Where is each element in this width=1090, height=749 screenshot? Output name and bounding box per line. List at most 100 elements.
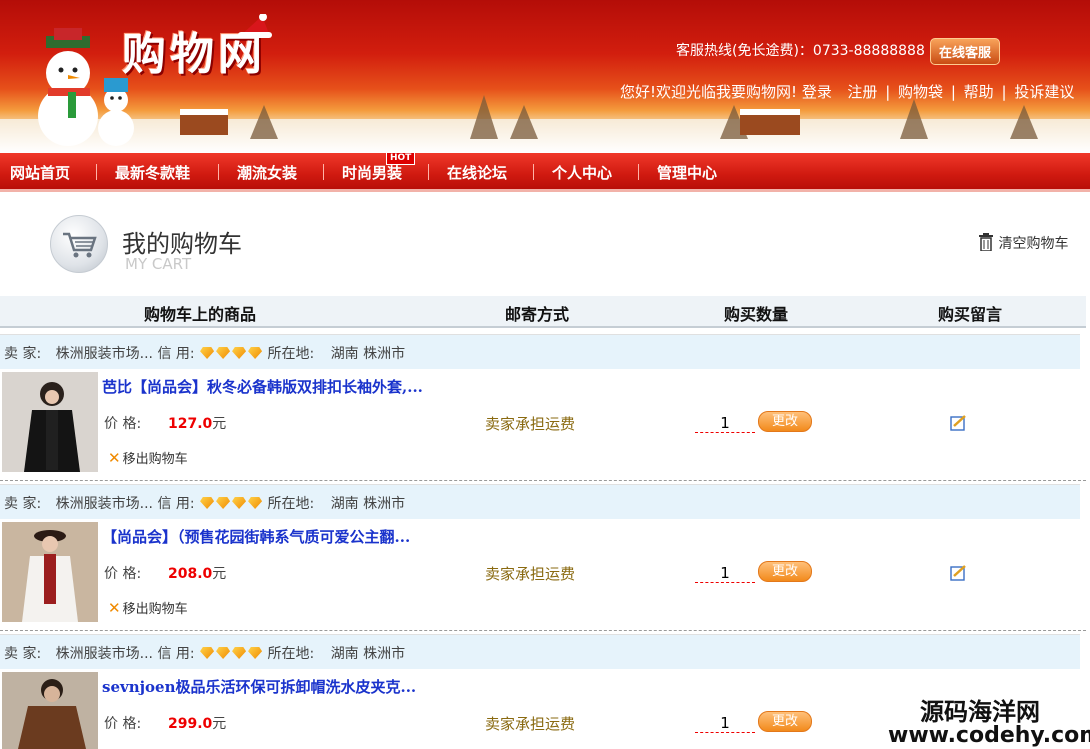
price-value: 127.0元 — [168, 416, 227, 432]
nav-separator — [638, 164, 639, 180]
hot-badge: HOT — [386, 152, 416, 165]
remove-from-cart-button[interactable]: ✕ 移出购物车 — [108, 598, 188, 617]
trash-icon — [979, 233, 993, 252]
price-value: 208.0元 — [168, 566, 227, 582]
clear-cart-label: 清空购物车 — [998, 236, 1069, 252]
watermark-title: 源码海洋网 — [920, 698, 1040, 726]
shipping-method: 卖家承担运费 — [485, 715, 576, 733]
col-header-message: 购买留言 — [938, 305, 1003, 324]
cart-table-header: 购物车上的商品 邮寄方式 购买数量 购买留言 — [0, 296, 1086, 328]
welcome-text: 您好!欢迎光临我要购物网! — [620, 83, 798, 101]
update-quantity-button[interactable]: 更改 — [758, 711, 812, 732]
shopping-bag-link[interactable]: 购物袋 — [898, 81, 943, 102]
tree-decoration — [470, 95, 498, 139]
edit-note-icon[interactable] — [950, 564, 968, 581]
seller-label: 卖 家: — [4, 496, 42, 512]
seller-name[interactable]: 株洲服装市场... — [56, 496, 153, 512]
nav-winter-shoes[interactable]: 最新冬款鞋 — [115, 162, 190, 183]
credit-label: 信 用: — [157, 646, 195, 662]
tree-decoration — [510, 105, 538, 139]
price-value: 299.0元 — [168, 716, 227, 732]
credit-label: 信 用: — [157, 496, 195, 512]
remove-from-cart-button[interactable]: ✕ 移出购物车 — [108, 448, 188, 467]
seller-info-bar: 卖 家: 株洲服装市场... 信 用: 所在地: 湖南 株洲市 — [0, 634, 1080, 669]
link-separator: | — [950, 83, 956, 101]
seller-name[interactable]: 株洲服装市场... — [56, 346, 153, 362]
quantity-input[interactable] — [695, 714, 755, 733]
product-name-link[interactable]: 芭比【尚品会】秋冬必备韩版双排扣长袖外套,... — [102, 376, 423, 397]
nav-admin[interactable]: 管理中心 — [657, 162, 717, 183]
cart-icon — [50, 215, 108, 273]
shipping-method: 卖家承担运费 — [485, 415, 576, 433]
close-icon: ✕ — [108, 599, 121, 617]
edit-note-icon[interactable] — [950, 414, 968, 431]
link-separator: | — [1001, 83, 1007, 101]
item-divider — [0, 480, 1086, 481]
nav-men[interactable]: 时尚男装 — [342, 162, 402, 183]
update-quantity-button[interactable]: 更改 — [758, 411, 812, 432]
header-banner: 购物网 客服热线(免长途费)：0733-88888888 在线客服 您好!欢迎光… — [0, 0, 1090, 153]
page-subtitle: MY CART — [125, 255, 192, 273]
cart-item: 卖 家: 株洲服装市场... 信 用: 所在地: 湖南 株洲市 【尚品会】（预售… — [0, 484, 1090, 634]
main-nav: 网站首页 最新冬款鞋 潮流女装 时尚男装 在线论坛 个人中心 管理中心 — [0, 153, 1090, 192]
nav-separator — [218, 164, 219, 180]
location-label: 所在地: — [267, 646, 315, 662]
watermark-url: www.codehy.com — [888, 723, 1090, 748]
seller-location: 湖南 株洲市 — [330, 646, 406, 662]
location-label: 所在地: — [267, 496, 315, 512]
col-header-quantity: 购买数量 — [724, 305, 789, 324]
product-name-link[interactable]: 【尚品会】（预售花园街韩系气质可爱公主翻... — [102, 526, 410, 547]
tree-decoration — [1010, 105, 1038, 139]
credit-gems-icon — [199, 346, 263, 362]
register-link[interactable]: 注册 — [847, 81, 877, 102]
seller-label: 卖 家: — [4, 346, 42, 362]
credit-gems-icon — [199, 646, 263, 662]
watermark: 源码海洋网 www.codehy.com — [888, 692, 1090, 748]
nav-home[interactable]: 网站首页 — [10, 162, 70, 183]
cart-item: 卖 家: 株洲服装市场... 信 用: 所在地: 湖南 株洲市 芭比【尚品会】秋… — [0, 334, 1090, 484]
clear-cart-button[interactable]: 清空购物车 — [978, 233, 1068, 253]
product-thumbnail[interactable] — [2, 672, 98, 749]
price-label: 价 格: — [104, 416, 142, 432]
shipping-method: 卖家承担运费 — [485, 565, 576, 583]
close-icon: ✕ — [108, 449, 121, 467]
product-thumbnail[interactable] — [2, 522, 98, 622]
seller-name[interactable]: 株洲服装市场... — [56, 646, 153, 662]
quantity-input[interactable] — [695, 414, 755, 433]
product-thumbnail[interactable] — [2, 372, 98, 472]
update-quantity-button[interactable]: 更改 — [758, 561, 812, 582]
complaint-link[interactable]: 投诉建议 — [1014, 81, 1074, 102]
seller-info-bar: 卖 家: 株洲服装市场... 信 用: 所在地: 湖南 株洲市 — [0, 484, 1080, 519]
nav-separator — [533, 164, 534, 180]
price-label: 价 格: — [104, 566, 142, 582]
help-link[interactable]: 帮助 — [964, 81, 994, 102]
col-header-shipping: 邮寄方式 — [505, 305, 570, 324]
location-label: 所在地: — [267, 346, 315, 362]
item-divider — [0, 630, 1086, 631]
top-links: 您好!欢迎光临我要购物网! 登录 注册 | 购物袋 | 帮助 | 投诉建议 — [620, 81, 1074, 102]
page-title: 我的购物车 — [122, 230, 242, 258]
santa-hat-icon — [238, 14, 272, 38]
nav-women[interactable]: 潮流女装 — [237, 162, 297, 183]
login-link[interactable]: 登录 — [802, 81, 832, 102]
price-label: 价 格: — [104, 716, 142, 732]
tree-decoration — [900, 99, 928, 139]
nav-separator — [323, 164, 324, 180]
nav-separator — [428, 164, 429, 180]
link-separator: | — [885, 83, 891, 101]
product-name-link[interactable]: sevnjoen极品乐活环保可拆卸帽洗水皮夹克... — [102, 676, 416, 697]
col-header-products: 购物车上的商品 — [144, 305, 257, 324]
tree-decoration — [250, 105, 278, 139]
service-hotline: 客服热线(免长途费)：0733-88888888 — [676, 43, 925, 59]
house-decoration — [180, 109, 228, 135]
nav-profile[interactable]: 个人中心 — [552, 162, 612, 183]
credit-label: 信 用: — [157, 346, 195, 362]
online-service-button[interactable]: 在线客服 — [930, 38, 1001, 65]
nav-forum[interactable]: 在线论坛 — [447, 162, 507, 183]
seller-info-bar: 卖 家: 株洲服装市场... 信 用: 所在地: 湖南 株洲市 — [0, 334, 1080, 369]
seller-location: 湖南 株洲市 — [330, 496, 406, 512]
seller-location: 湖南 株洲市 — [330, 346, 406, 362]
seller-label: 卖 家: — [4, 646, 42, 662]
quantity-input[interactable] — [695, 564, 755, 583]
house-decoration — [740, 109, 800, 135]
